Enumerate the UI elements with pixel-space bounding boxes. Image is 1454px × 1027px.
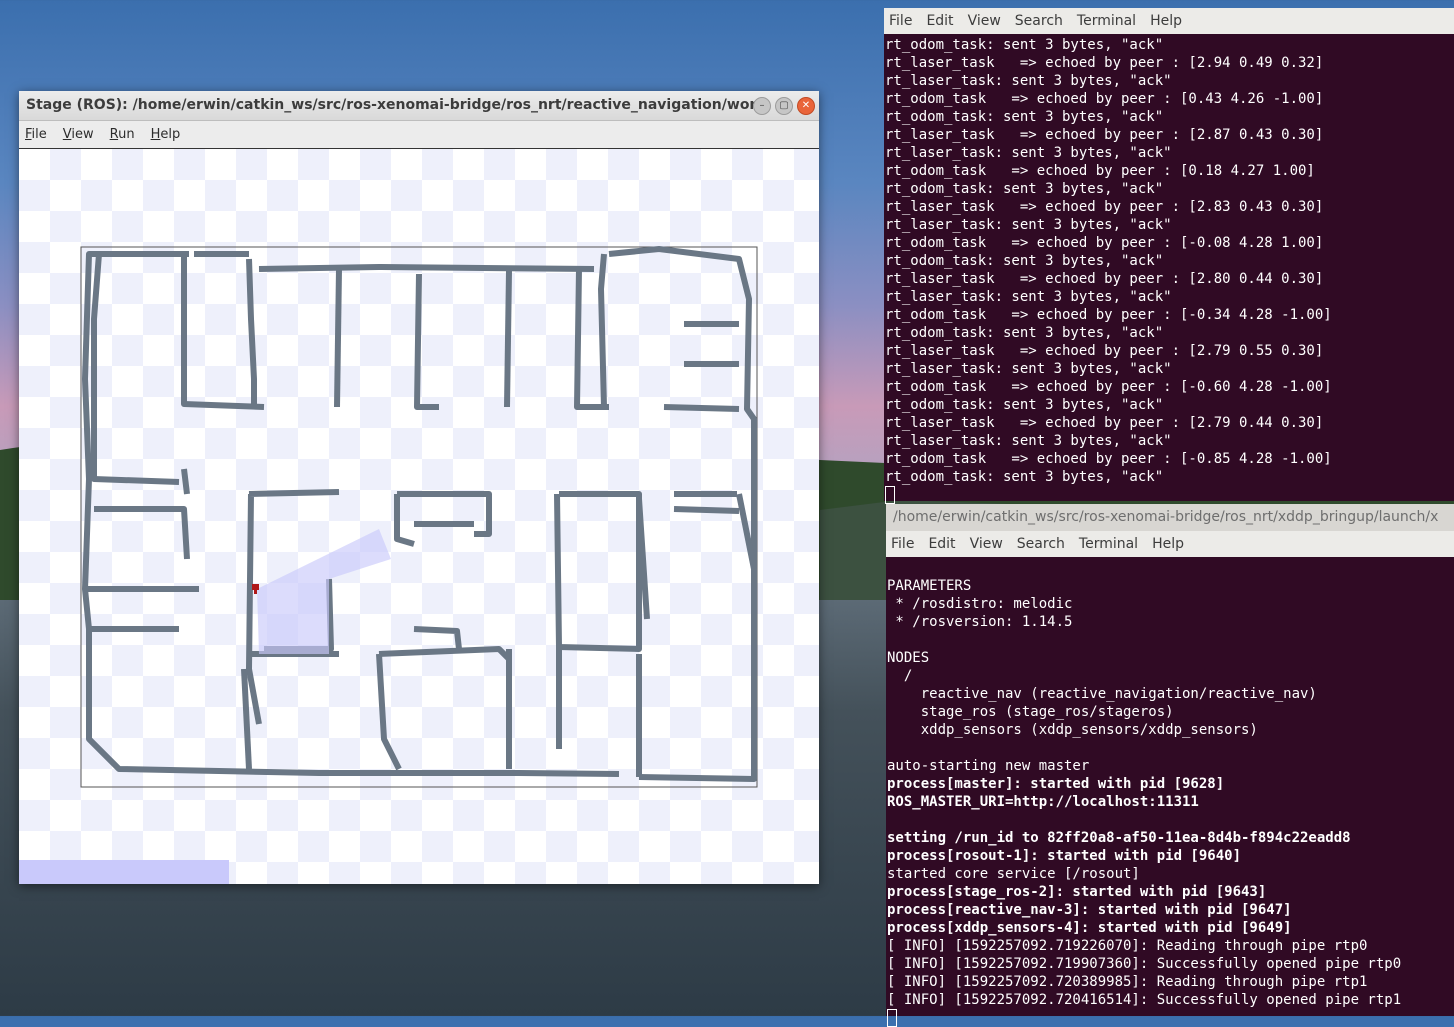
- t1-menu-view[interactable]: View: [968, 13, 1001, 29]
- terminal-line: [ INFO] [1592257092.720416514]: Successf…: [887, 992, 1402, 1008]
- terminal1-menubar: File Edit View Search Terminal Help: [884, 8, 1454, 34]
- terminal-line: rt_laser_task => echoed by peer : [2.87 …: [885, 127, 1324, 143]
- terminal-line: rt_odom_task: sent 3 bytes, "ack": [885, 397, 1164, 413]
- terminal-line: rt_odom_task: sent 3 bytes, "ack": [885, 37, 1164, 53]
- terminal-line: process[master]: started with pid [9628]: [887, 776, 1225, 792]
- terminal-line: rt_odom_task: sent 3 bytes, "ack": [885, 181, 1164, 197]
- terminal-line: [ INFO] [1592257092.720389985]: Reading …: [887, 974, 1368, 990]
- terminal2-output: PARAMETERS * /rosdistro: melodic * /rosv…: [886, 557, 1454, 1027]
- terminal-cursor: [885, 486, 1454, 504]
- stage-window: Stage (ROS): /home/erwin/catkin_ws/src/r…: [19, 91, 819, 884]
- stage-statusbar: [19, 860, 229, 884]
- terminal-line: NODES: [887, 650, 930, 666]
- menu-help[interactable]: Help: [151, 127, 181, 142]
- terminal-line: stage_ros (stage_ros/stageros): [887, 704, 1174, 720]
- terminal-line: rt_laser_task => echoed by peer : [2.94 …: [885, 55, 1324, 71]
- terminal1-output: rt_odom_task: sent 3 bytes, "ack" rt_lase…: [884, 34, 1454, 504]
- terminal-line: rt_odom_task => echoed by peer : [-0.34 …: [885, 307, 1332, 323]
- stage-title-bar[interactable]: Stage (ROS): /home/erwin/catkin_ws/src/r…: [19, 91, 819, 121]
- terminal-line: rt_odom_task: sent 3 bytes, "ack": [885, 109, 1164, 125]
- terminal-line: setting /run_id to 82ff20a8-af50-11ea-8d…: [887, 830, 1351, 846]
- terminal-line: rt_laser_task => echoed by peer : [2.80 …: [885, 271, 1324, 287]
- terminal-line: * /rosdistro: melodic: [887, 596, 1073, 612]
- terminal-line: rt_odom_task => echoed by peer : [0.43 4…: [885, 91, 1324, 107]
- terminal-line: rt_laser_task: sent 3 bytes, "ack": [885, 361, 1172, 377]
- terminal-window-1[interactable]: File Edit View Search Terminal Help rt_o…: [884, 8, 1454, 504]
- t2-menu-terminal[interactable]: Terminal: [1079, 536, 1138, 552]
- t1-menu-file[interactable]: File: [889, 13, 912, 29]
- terminal-line: rt_laser_task: sent 3 bytes, "ack": [885, 289, 1172, 305]
- terminal-line: reactive_nav (reactive_navigation/reacti…: [887, 686, 1317, 702]
- terminal-line: /: [887, 668, 913, 684]
- terminal2-title[interactable]: /home/erwin/catkin_ws/src/ros-xenomai-br…: [886, 504, 1454, 531]
- minimize-icon[interactable]: –: [753, 97, 771, 115]
- laser-fan: [257, 529, 391, 654]
- terminal-line: rt_laser_task: sent 3 bytes, "ack": [885, 217, 1172, 233]
- terminal-line: rt_odom_task => echoed by peer : [0.18 4…: [885, 163, 1315, 179]
- terminal-line: rt_laser_task => echoed by peer : [2.83 …: [885, 199, 1324, 215]
- t2-menu-file[interactable]: File: [891, 536, 914, 552]
- stage-canvas[interactable]: [19, 149, 819, 884]
- terminal-line: ROS_MASTER_URI=http://localhost:11311: [887, 794, 1199, 810]
- menu-file[interactable]: File: [25, 127, 47, 142]
- stage-window-title: Stage (ROS): /home/erwin/catkin_ws/src/r…: [26, 97, 756, 113]
- terminal-line: rt_odom_task => echoed by peer : [-0.08 …: [885, 235, 1324, 251]
- terminal-line: PARAMETERS: [887, 578, 972, 594]
- terminal-line: process[rosout-1]: started with pid [964…: [887, 848, 1242, 864]
- terminal-line: auto-starting new master: [887, 758, 1090, 774]
- t2-menu-search[interactable]: Search: [1017, 536, 1065, 552]
- t1-menu-edit[interactable]: Edit: [926, 13, 953, 29]
- terminal-line: process[xddp_sensors-4]: started with pi…: [887, 920, 1292, 936]
- terminal-line: * /rosversion: 1.14.5: [887, 614, 1073, 630]
- t1-menu-terminal[interactable]: Terminal: [1077, 13, 1136, 29]
- maximize-icon[interactable]: ▢: [775, 97, 793, 115]
- close-icon[interactable]: ✕: [797, 97, 815, 115]
- terminal2-menubar: File Edit View Search Terminal Help: [886, 531, 1454, 557]
- terminal-line: rt_laser_task: sent 3 bytes, "ack": [885, 433, 1172, 449]
- menu-run[interactable]: Run: [110, 127, 135, 142]
- terminal-line: started core service [/rosout]: [887, 866, 1140, 882]
- t2-menu-view[interactable]: View: [970, 536, 1003, 552]
- terminal-line: rt_laser_task: sent 3 bytes, "ack": [885, 145, 1172, 161]
- terminal-window-2[interactable]: /home/erwin/catkin_ws/src/ros-xenomai-br…: [886, 504, 1454, 1027]
- terminal-line: process[reactive_nav-3]: started with pi…: [887, 902, 1292, 918]
- terminal-line: [ INFO] [1592257092.719226070]: Reading …: [887, 938, 1368, 954]
- terminal-line: rt_laser_task => echoed by peer : [2.79 …: [885, 415, 1324, 431]
- terminal-line: rt_odom_task: sent 3 bytes, "ack": [885, 325, 1164, 341]
- floor-map: [80, 246, 758, 788]
- stage-menubar: File View Run Help: [19, 121, 819, 149]
- terminal-line: rt_laser_task: sent 3 bytes, "ack": [885, 73, 1172, 89]
- t1-menu-search[interactable]: Search: [1015, 13, 1063, 29]
- terminal-line: rt_odom_task => echoed by peer : [-0.60 …: [885, 379, 1332, 395]
- t1-menu-help[interactable]: Help: [1150, 13, 1182, 29]
- terminal-line: xddp_sensors (xddp_sensors/xddp_sensors): [887, 722, 1258, 738]
- t2-menu-edit[interactable]: Edit: [928, 536, 955, 552]
- terminal-cursor: [887, 1009, 1454, 1027]
- t2-menu-help[interactable]: Help: [1152, 536, 1184, 552]
- terminal-line: rt_laser_task => echoed by peer : [2.79 …: [885, 343, 1324, 359]
- terminal-line: rt_odom_task: sent 3 bytes, "ack": [885, 469, 1164, 485]
- terminal-line: rt_odom_task: sent 3 bytes, "ack": [885, 253, 1164, 269]
- menu-view[interactable]: View: [63, 127, 94, 142]
- terminal-line: [ INFO] [1592257092.719907360]: Successf…: [887, 956, 1402, 972]
- terminal-line: process[stage_ros-2]: started with pid […: [887, 884, 1267, 900]
- terminal-line: rt_odom_task => echoed by peer : [-0.85 …: [885, 451, 1332, 467]
